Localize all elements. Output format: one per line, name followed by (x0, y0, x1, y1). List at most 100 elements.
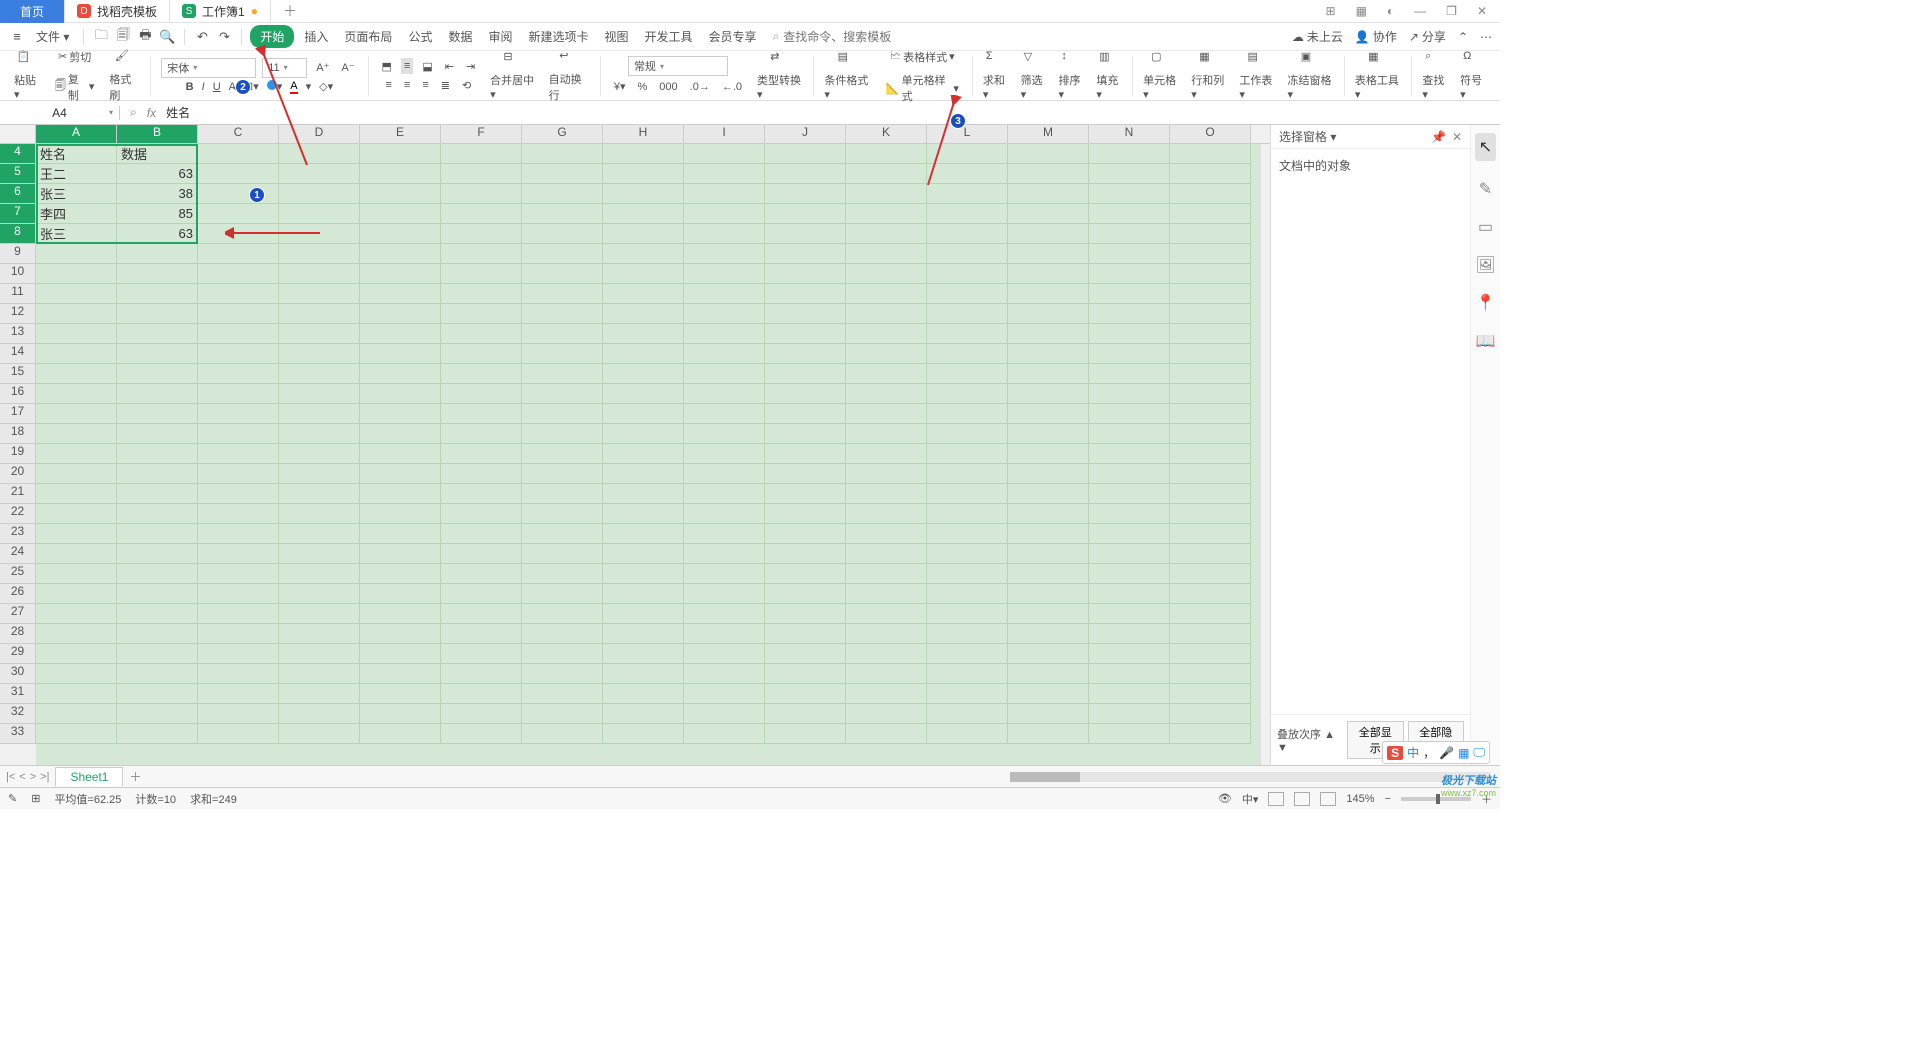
row-header[interactable]: 10 (0, 264, 36, 284)
cut-button[interactable]: ✂ 剪切 (55, 47, 94, 67)
cell-button[interactable]: ▢单元格▾ (1137, 50, 1185, 101)
row-header[interactable]: 13 (0, 324, 36, 344)
view-page-icon[interactable] (1294, 792, 1310, 806)
align-middle-icon[interactable]: ≡ (401, 58, 413, 74)
strike-button[interactable]: A̶ (229, 81, 236, 93)
col-header[interactable]: I (684, 125, 765, 143)
row-header[interactable]: 8 (0, 224, 36, 244)
row-header[interactable]: 11 (0, 284, 36, 304)
close-button[interactable]: ✕ (1472, 1, 1492, 21)
qa-preview-icon[interactable]: 🔍 (158, 28, 176, 46)
book-icon[interactable]: 📖 (1476, 331, 1496, 351)
menu-view[interactable]: 视图 (599, 25, 635, 48)
row-header[interactable]: 30 (0, 664, 36, 684)
sheet-tab[interactable]: Sheet1 (55, 767, 123, 786)
file-menu[interactable]: 文件 ▾ (30, 25, 75, 48)
new-tab-button[interactable]: ＋ (271, 0, 309, 23)
fill-button[interactable]: ▥填充▾ (1090, 50, 1128, 101)
zoom-value[interactable]: 145% (1346, 793, 1374, 805)
maximize-button[interactable]: ❐ (1441, 1, 1462, 21)
command-search-input[interactable] (783, 30, 903, 44)
row-header[interactable]: 21 (0, 484, 36, 504)
wrap-text-button[interactable]: ↩自动换行 (543, 49, 596, 103)
image-icon[interactable]: 🖼 (1475, 255, 1495, 275)
sheet-nav-prev-icon[interactable]: < (19, 771, 25, 783)
row-header[interactable]: 33 (0, 724, 36, 744)
currency-icon[interactable]: ¥▾ (611, 78, 629, 95)
dec-dec-icon[interactable]: ←.0 (719, 79, 745, 95)
formula-input[interactable]: 姓名 (166, 104, 1490, 121)
table-style-button[interactable]: 🗠 表格样式▾ (887, 45, 958, 68)
row-header[interactable]: 4 (0, 144, 36, 164)
comma-icon[interactable]: 000 (656, 79, 680, 95)
col-header[interactable]: A (36, 125, 117, 143)
horizontal-scrollbar[interactable] (148, 772, 1495, 782)
row-header[interactable]: 29 (0, 644, 36, 664)
type-convert-button[interactable]: ⇄类型转换▾ (751, 50, 809, 101)
row-header[interactable]: 20 (0, 464, 36, 484)
share-button[interactable]: ↗ 分享 (1409, 28, 1446, 45)
align-left-icon[interactable]: ≡ (382, 77, 394, 93)
col-header[interactable]: M (1008, 125, 1089, 143)
tab-home[interactable]: 首页 (0, 0, 65, 23)
layout-icon[interactable]: ⊞ (1321, 1, 1341, 21)
align-center-icon[interactable]: ≡ (401, 77, 413, 93)
menu-formula[interactable]: 公式 (402, 25, 438, 48)
style-icon[interactable]: ✎ (1479, 179, 1492, 199)
menu-start[interactable]: 开始 (250, 25, 294, 48)
sheet-nav-next-icon[interactable]: > (30, 771, 36, 783)
collapse-ribbon-icon[interactable]: ⌃ (1458, 30, 1468, 44)
row-header[interactable]: 7 (0, 204, 36, 224)
col-header[interactable]: N (1089, 125, 1170, 143)
row-header[interactable]: 9 (0, 244, 36, 264)
row-header[interactable]: 23 (0, 524, 36, 544)
cell[interactable]: 63 (117, 164, 198, 184)
menu-member[interactable]: 会员专享 (703, 25, 763, 48)
ime-keyboard-icon[interactable]: ▦ (1458, 746, 1469, 760)
menu-devtools[interactable]: 开发工具 (639, 25, 699, 48)
number-format-select[interactable]: 常规▾ (628, 56, 728, 76)
row-header[interactable]: 19 (0, 444, 36, 464)
qa-save-icon[interactable]: 🗐 (114, 28, 132, 46)
indent-dec-icon[interactable]: ⇤ (442, 58, 457, 75)
row-header[interactable]: 18 (0, 424, 36, 444)
menu-review[interactable]: 审阅 (482, 25, 518, 48)
row-header[interactable]: 5 (0, 164, 36, 184)
apps-icon[interactable]: ▦ (1351, 1, 1372, 21)
view-normal-icon[interactable] (1268, 792, 1284, 806)
cell[interactable]: 姓名 (36, 144, 117, 164)
redo-icon[interactable]: ↷ (215, 28, 233, 46)
vertical-scrollbar[interactable] (1260, 144, 1270, 765)
hamburger-icon[interactable]: ≡ (8, 28, 26, 46)
col-header[interactable]: D (279, 125, 360, 143)
table-tools-button[interactable]: ▦表格工具▾ (1349, 50, 1407, 101)
menu-layout[interactable]: 页面布局 (338, 25, 398, 48)
merge-center-button[interactable]: ⊟合并居中▾ (484, 50, 542, 101)
sum-button[interactable]: Σ求和▾ (977, 50, 1015, 101)
align-bottom-icon[interactable]: ⬓ (419, 58, 435, 75)
qa-open-icon[interactable]: 🗀 (92, 28, 110, 46)
menu-newtab[interactable]: 新建选项卡 (522, 25, 594, 48)
row-header[interactable]: 15 (0, 364, 36, 384)
ime-toolbar[interactable]: S 中 ， 🎤 ▦ 🖵 (1382, 741, 1490, 764)
format-painter-button[interactable]: 🖌格式刷 (103, 49, 146, 103)
cell[interactable]: 张三 (36, 224, 117, 244)
row-header[interactable]: 25 (0, 564, 36, 584)
row-header[interactable]: 22 (0, 504, 36, 524)
col-header[interactable]: F (441, 125, 522, 143)
pane-close-icon[interactable]: ✕ (1452, 130, 1462, 144)
user-avatar[interactable]: ◐ (1382, 1, 1399, 21)
cancel-icon[interactable]: ⌕ (130, 105, 137, 120)
cell[interactable]: 张三 (36, 184, 117, 204)
fill-color-button[interactable]: ▾ (267, 80, 283, 93)
row-header[interactable]: 17 (0, 404, 36, 424)
fx-icon[interactable]: fx (147, 106, 156, 120)
filter-button[interactable]: ▽筛选▾ (1015, 50, 1053, 101)
location-icon[interactable]: 📍 (1476, 293, 1496, 313)
send-backward-icon[interactable]: ▼ (1277, 742, 1288, 754)
border-button[interactable]: ⊞▾ (244, 80, 259, 93)
ime-lang[interactable]: 中 (1407, 744, 1419, 761)
freeze-button[interactable]: ▣冻结窗格▾ (1282, 50, 1340, 101)
cell[interactable]: 李四 (36, 204, 117, 224)
status-mode-icon[interactable]: ✎ (8, 792, 17, 805)
